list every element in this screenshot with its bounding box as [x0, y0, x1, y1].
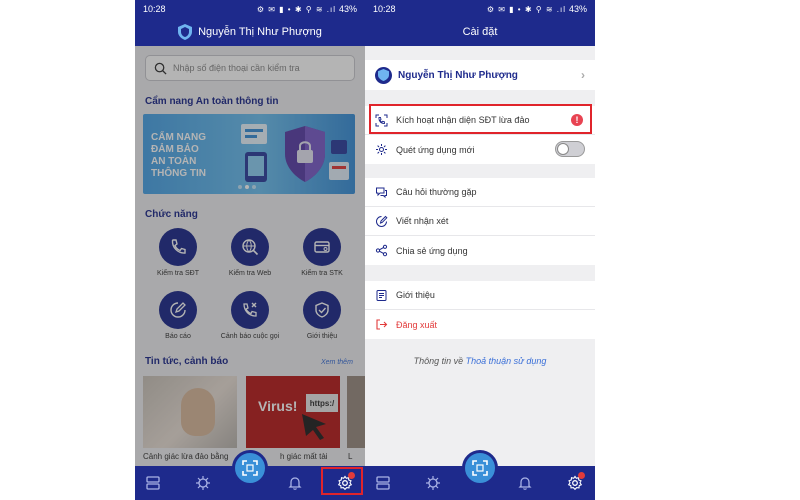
- home-list-icon: [146, 476, 160, 490]
- edit-icon: [376, 215, 388, 227]
- status-bar: 10:28 ⚙ ✉ ▮ • ✱ ⚲ ≋ .ıl 43%: [365, 0, 595, 18]
- terms-link[interactable]: Thoả thuận sử dụng: [466, 356, 547, 366]
- shield-logo-icon: [178, 24, 193, 40]
- menu-label: Viết nhận xét: [396, 216, 449, 226]
- page-title: Cài đặt: [462, 26, 498, 38]
- scan-new-apps-toggle[interactable]: [555, 141, 585, 157]
- settings-group-account: Giới thiệu Đăng xuất: [365, 281, 595, 339]
- settings-highlight-box: [321, 467, 363, 495]
- battery-level: 43%: [568, 4, 587, 14]
- terms-text: Thông tin về Thoả thuận sử dụng: [365, 356, 595, 366]
- virus-scan-icon: [426, 476, 440, 490]
- logout-icon: [376, 319, 388, 330]
- write-review-item[interactable]: Viết nhận xét: [365, 207, 595, 236]
- app-header: Cài đặt: [365, 18, 595, 46]
- home-screen: 10:28 ⚙ ✉ ▮ • ✱ ⚲ ≋ .ıl 43% Nguyễn Thị N…: [135, 0, 365, 500]
- avatar: [375, 66, 392, 84]
- status-icons: ⚙ ✉ ▮ • ✱ ⚲ ≋ .ıl: [486, 4, 566, 14]
- chevron-right-icon: ›: [581, 68, 585, 82]
- scan-new-apps-item[interactable]: Quét ứng dụng mới: [365, 135, 595, 164]
- qr-scan-button[interactable]: [232, 450, 268, 486]
- share-app-item[interactable]: Chia sẻ ứng dụng: [365, 236, 595, 265]
- status-bar: 10:28 ⚙ ✉ ▮ • ✱ ⚲ ≋ .ıl 43%: [135, 0, 365, 18]
- settings-group-support: Câu hỏi thường gặp Viết nhận xét Chia sẻ…: [365, 178, 595, 265]
- about-item[interactable]: Giới thiệu: [365, 281, 595, 310]
- faq-icon: [376, 187, 387, 198]
- status-time: 10:28: [373, 4, 396, 14]
- virus-scan-icon: [196, 476, 210, 490]
- detection-highlight-box: [369, 104, 592, 134]
- nav-scan[interactable]: [425, 475, 441, 491]
- gear-scan-icon: [376, 144, 387, 155]
- qr-scan-icon: [472, 460, 488, 476]
- bell-icon: [518, 477, 532, 490]
- info-icon: [376, 289, 387, 301]
- menu-label: Đăng xuất: [396, 319, 438, 330]
- nav-home[interactable]: [145, 475, 161, 491]
- qr-scan-button[interactable]: [462, 450, 498, 486]
- battery-level: 43%: [338, 4, 357, 14]
- profile-name: Nguyễn Thị Như Phượng: [398, 69, 518, 81]
- settings-badge: [578, 472, 585, 479]
- menu-label: Câu hỏi thường gặp: [396, 187, 477, 197]
- settings-screen: 10:28 ⚙ ✉ ▮ • ✱ ⚲ ≋ .ıl 43% Cài đặt Nguy…: [365, 0, 595, 500]
- dim-overlay: [135, 46, 365, 466]
- menu-label: Chia sẻ ứng dụng: [396, 245, 468, 256]
- qr-scan-icon: [242, 460, 258, 476]
- status-time: 10:28: [143, 4, 166, 14]
- nav-scan[interactable]: [195, 475, 211, 491]
- faq-item[interactable]: Câu hỏi thường gặp: [365, 178, 595, 207]
- user-name: Nguyễn Thị Như Phượng: [198, 26, 322, 38]
- terms-prefix: Thông tin về: [413, 356, 464, 366]
- menu-label: Giới thiệu: [396, 290, 435, 300]
- status-icons: ⚙ ✉ ▮ • ✱ ⚲ ≋ .ıl: [256, 4, 336, 14]
- nav-notifications[interactable]: [287, 475, 303, 491]
- app-header: Nguyễn Thị Như Phượng: [135, 18, 365, 46]
- nav-home[interactable]: [375, 475, 391, 491]
- menu-label: Quét ứng dụng mới: [396, 144, 475, 155]
- share-icon: [375, 244, 388, 257]
- logout-item[interactable]: Đăng xuất: [365, 310, 595, 339]
- screenshot-stage: 10:28 ⚙ ✉ ▮ • ✱ ⚲ ≋ .ıl 43% Nguyễn Thị N…: [0, 0, 800, 500]
- home-list-icon: [376, 476, 390, 490]
- toggle-knob: [557, 143, 569, 155]
- shield-logo-icon: [378, 69, 389, 81]
- profile-row[interactable]: Nguyễn Thị Như Phượng ›: [365, 60, 595, 90]
- nav-notifications[interactable]: [517, 475, 533, 491]
- bell-icon: [288, 477, 302, 490]
